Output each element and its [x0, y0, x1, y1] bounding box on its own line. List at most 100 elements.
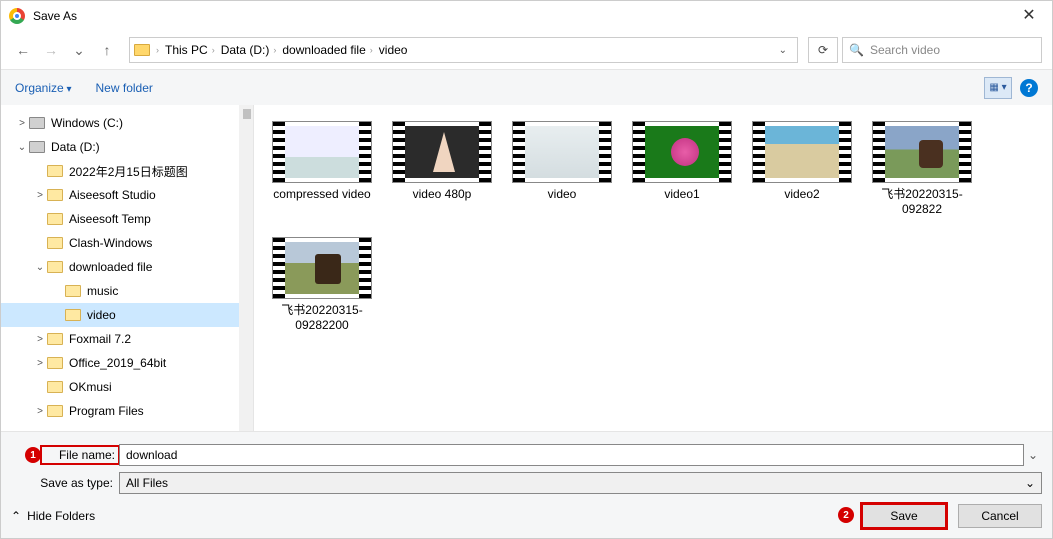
- file-item[interactable]: video 480p: [390, 121, 494, 217]
- close-button[interactable]: ✕: [1014, 1, 1044, 31]
- save-type-label: Save as type:: [11, 476, 119, 490]
- tree-item-label: Office_2019_64bit: [69, 356, 166, 370]
- expand-chevron[interactable]: ⌄: [33, 262, 47, 273]
- expand-chevron: >: [51, 286, 65, 297]
- file-label: video 480p: [390, 187, 494, 202]
- video-thumbnail: [872, 121, 972, 183]
- address-bar[interactable]: › This PC› Data (D:)› downloaded file› v…: [129, 37, 798, 63]
- folder-icon: [47, 405, 63, 417]
- tree-item-label: Windows (C:): [51, 116, 123, 130]
- tree-item[interactable]: > Program Files: [1, 399, 253, 423]
- search-placeholder: Search video: [870, 43, 940, 57]
- hide-folders-toggle[interactable]: ⌃ Hide Folders: [11, 509, 95, 523]
- up-button[interactable]: ↑: [95, 38, 119, 62]
- folder-tree[interactable]: >Windows (C:)⌄Data (D:)>2022年2月15日标题图>Ai…: [1, 105, 254, 431]
- tree-item[interactable]: ⌄ Data (D:): [1, 135, 253, 159]
- expand-chevron[interactable]: ⌄: [15, 142, 29, 153]
- folder-icon: [65, 309, 81, 321]
- tree-item-label: Aiseesoft Studio: [69, 188, 156, 202]
- video-thumbnail: [272, 121, 372, 183]
- file-label: video: [510, 187, 614, 202]
- file-item[interactable]: compressed video: [270, 121, 374, 217]
- tree-item[interactable]: > music: [1, 279, 253, 303]
- tree-item-label: OKmusi: [69, 380, 112, 394]
- drive-icon: [29, 117, 45, 129]
- tree-item[interactable]: > Aiseesoft Temp: [1, 207, 253, 231]
- expand-chevron: >: [33, 166, 47, 177]
- breadcrumb-item[interactable]: This PC›: [165, 43, 215, 57]
- search-input[interactable]: 🔍 Search video: [842, 37, 1042, 63]
- refresh-button[interactable]: ⟳: [808, 37, 838, 63]
- body: >Windows (C:)⌄Data (D:)>2022年2月15日标题图>Ai…: [1, 105, 1052, 431]
- expand-chevron[interactable]: >: [33, 358, 47, 369]
- folder-icon: [47, 261, 63, 273]
- folder-icon: [47, 165, 63, 177]
- titlebar: Save As ✕: [1, 1, 1052, 31]
- file-label: 飞书20220315-09282200: [270, 303, 374, 333]
- video-thumbnail: [512, 121, 612, 183]
- file-item[interactable]: 飞书20220315-092822: [870, 121, 974, 217]
- tree-item[interactable]: >2022年2月15日标题图: [1, 159, 253, 183]
- tree-item-label: 2022年2月15日标题图: [69, 163, 188, 180]
- expand-chevron[interactable]: >: [33, 190, 47, 201]
- tree-item[interactable]: > Foxmail 7.2: [1, 327, 253, 351]
- view-mode-button[interactable]: ▦ ▾: [984, 77, 1012, 99]
- help-button[interactable]: ?: [1020, 79, 1038, 97]
- expand-chevron[interactable]: >: [33, 334, 47, 345]
- tree-item-label: Program Files: [69, 404, 144, 418]
- scrollbar[interactable]: [239, 105, 253, 431]
- expand-chevron: >: [33, 214, 47, 225]
- tree-item[interactable]: >OKmusi: [1, 375, 253, 399]
- save-type-select[interactable]: All Files ⌄: [119, 472, 1042, 494]
- file-label: video1: [630, 187, 734, 202]
- drive-icon: [29, 141, 45, 153]
- file-label: compressed video: [270, 187, 374, 202]
- file-item[interactable]: video: [510, 121, 614, 217]
- filename-dropdown[interactable]: ⌄: [1024, 448, 1042, 462]
- file-grid[interactable]: compressed video video 480p video video1 vid…: [254, 105, 1052, 431]
- tree-item[interactable]: > Aiseesoft Studio: [1, 183, 253, 207]
- annotation-badge-2: 2: [838, 507, 854, 523]
- forward-button[interactable]: →: [39, 38, 63, 62]
- chrome-icon: [9, 8, 25, 24]
- folder-icon: [47, 381, 63, 393]
- tree-item[interactable]: >video: [1, 303, 253, 327]
- tree-item[interactable]: > Office_2019_64bit: [1, 351, 253, 375]
- back-button[interactable]: ←: [11, 38, 35, 62]
- file-name-input[interactable]: [119, 444, 1024, 466]
- search-icon: 🔍: [849, 43, 864, 57]
- file-label: video2: [750, 187, 854, 202]
- breadcrumb-item[interactable]: Data (D:)›: [221, 43, 277, 57]
- window-title: Save As: [33, 9, 77, 23]
- expand-chevron[interactable]: >: [15, 118, 29, 129]
- save-button[interactable]: Save: [862, 504, 946, 528]
- tree-item-label: Data (D:): [51, 140, 100, 154]
- tree-item-label: Foxmail 7.2: [69, 332, 131, 346]
- folder-icon: [47, 213, 63, 225]
- tree-item[interactable]: > Windows (C:): [1, 111, 253, 135]
- tree-item[interactable]: >Clash-Windows: [1, 231, 253, 255]
- tree-item[interactable]: ⌄ downloaded file: [1, 255, 253, 279]
- file-name-label: File name:: [41, 446, 119, 464]
- expand-chevron: >: [33, 238, 47, 249]
- address-dropdown[interactable]: ⌄: [773, 45, 793, 56]
- file-item[interactable]: video2: [750, 121, 854, 217]
- chevron-down-icon: ⌄: [1025, 476, 1035, 490]
- recent-dropdown[interactable]: ⌄: [67, 38, 91, 62]
- file-item[interactable]: video1: [630, 121, 734, 217]
- tree-item-label: downloaded file: [69, 260, 152, 274]
- folder-icon: [47, 357, 63, 369]
- organize-menu[interactable]: Organize: [15, 81, 72, 95]
- nav-bar: ← → ⌄ ↑ › This PC› Data (D:)› downloaded…: [1, 31, 1052, 69]
- file-item[interactable]: 飞书20220315-09282200: [270, 237, 374, 333]
- breadcrumb-item[interactable]: downloaded file›: [282, 43, 372, 57]
- expand-chevron[interactable]: >: [33, 406, 47, 417]
- breadcrumb-item[interactable]: video: [379, 43, 408, 57]
- new-folder-button[interactable]: New folder: [96, 81, 153, 95]
- folder-icon: [47, 333, 63, 345]
- folder-icon: [134, 44, 150, 56]
- cancel-button[interactable]: Cancel: [958, 504, 1042, 528]
- tree-item-label: Aiseesoft Temp: [69, 212, 151, 226]
- tree-item-label: music: [87, 284, 118, 298]
- video-thumbnail: [632, 121, 732, 183]
